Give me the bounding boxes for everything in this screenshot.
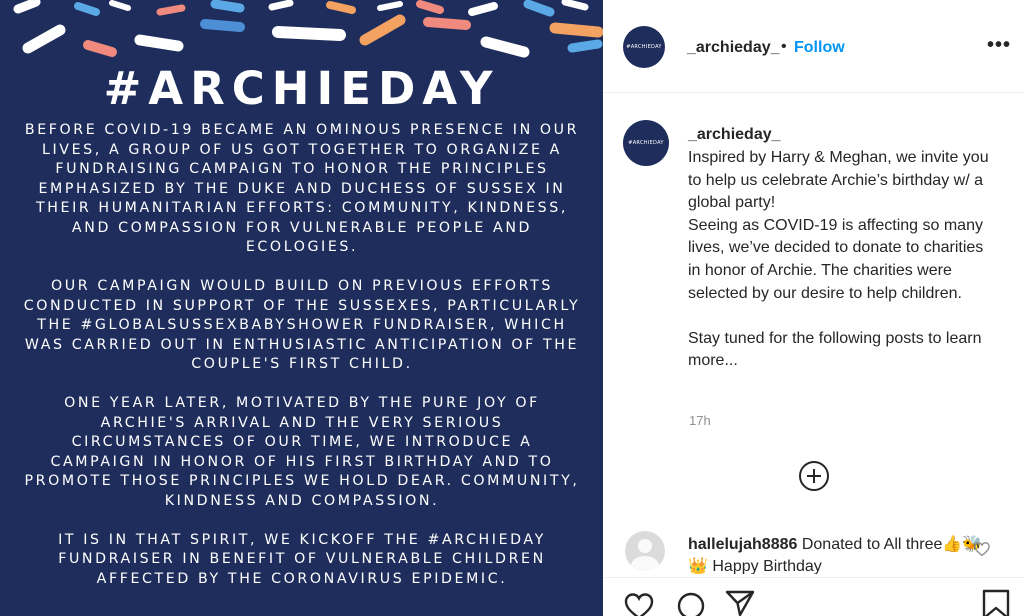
post-timestamp[interactable]: 17h	[689, 413, 711, 428]
post-side-panel: #ARCHIEDAY _archieday_ • Follow ••• #ARC…	[603, 0, 1024, 616]
follow-button[interactable]: Follow	[794, 39, 845, 57]
comment-text: hallelujah8886 Donated to All three👍🐝👑 H…	[688, 534, 988, 574]
caption-author-avatar[interactable]: #ARCHIEDAY	[623, 120, 669, 166]
caption-text: Inspired by Harry & Meghan, we invite yo…	[688, 147, 998, 373]
caption-line: Stay tuned for the following posts to le…	[688, 329, 982, 370]
avatar-text: #ARCHIEDAY	[628, 140, 664, 146]
post-image[interactable]: #ARCHIEDAY BEFORE COVID-19 BECAME AN OMI…	[0, 0, 603, 616]
actions-divider	[603, 577, 1024, 578]
commenter-avatar[interactable]	[625, 531, 665, 571]
avatar-text: #ARCHIEDAY	[626, 44, 662, 50]
avatar-placeholder-head	[638, 539, 652, 553]
caption-line: Inspired by Harry & Meghan, we invite yo…	[688, 149, 989, 212]
post-paragraph: ONE YEAR LATER, MOTIVATED BY THE PURE JO…	[24, 395, 580, 509]
post-body: BEFORE COVID-19 BECAME AN OMINOUS PRESEN…	[22, 121, 582, 609]
comment-bubble-icon[interactable]	[675, 590, 707, 616]
like-heart-icon[interactable]	[623, 590, 655, 616]
author-username-link[interactable]: _archieday_	[687, 39, 780, 57]
comment-like-icon[interactable]	[973, 540, 991, 558]
share-paper-plane-icon[interactable]	[724, 586, 756, 616]
author-avatar[interactable]: #ARCHIEDAY	[623, 26, 665, 68]
post-paragraph: BEFORE COVID-19 BECAME AN OMINOUS PRESEN…	[24, 122, 580, 255]
separator-dot: •	[781, 38, 787, 55]
post-paragraph: IT IS IN THAT SPIRIT, WE KICKOFF THE #AR…	[58, 531, 546, 587]
post-heading: #ARCHIEDAY	[103, 62, 500, 115]
caption-username-link[interactable]: _archieday_	[688, 126, 781, 144]
bookmark-save-icon[interactable]	[980, 588, 1012, 616]
header-divider	[603, 92, 1024, 93]
load-more-comments-icon[interactable]	[799, 461, 829, 491]
caption-line: Seeing as COVID-19 is affecting so many …	[688, 216, 984, 302]
decorative-brush-strokes	[13, 0, 603, 58]
more-options-icon[interactable]: •••	[987, 34, 1011, 57]
commenter-username-link[interactable]: hallelujah8886	[688, 536, 797, 553]
avatar-placeholder-body	[631, 556, 659, 571]
post-paragraph: OUR CAMPAIGN WOULD BUILD ON PREVIOUS EFF…	[23, 278, 581, 372]
